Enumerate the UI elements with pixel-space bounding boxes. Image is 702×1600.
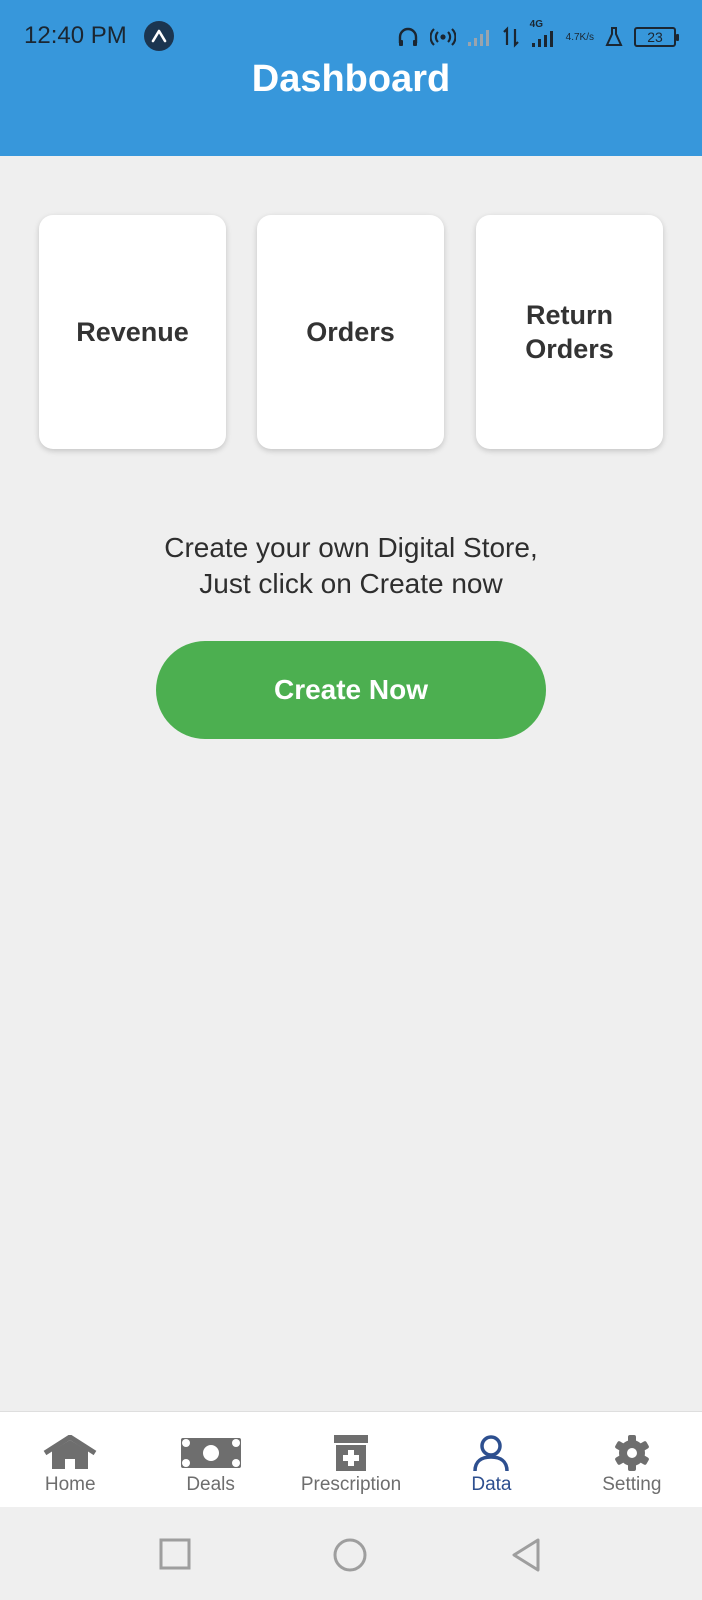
nav-label-deals: Deals bbox=[186, 1474, 235, 1495]
status-time: 12:40 PM bbox=[24, 22, 127, 49]
dashboard-cards: Revenue Orders Return Orders bbox=[0, 215, 702, 449]
orders-card[interactable]: Orders bbox=[257, 215, 444, 449]
network-speed-unit: K/s bbox=[579, 31, 594, 43]
nav-label-data: Data bbox=[471, 1474, 512, 1495]
network-speed: 4.7 K/s bbox=[566, 32, 594, 43]
data-transfer-icon bbox=[502, 25, 520, 49]
promo-text: Create your own Digital Store, Just clic… bbox=[0, 530, 702, 602]
pharmacy-icon bbox=[331, 1434, 371, 1472]
battery-icon: 23 bbox=[634, 27, 679, 47]
app-header: 12:40 PM 4G 4.7 K/s 23 Dashboard bbox=[0, 0, 702, 156]
home-system-button[interactable] bbox=[332, 1537, 368, 1578]
flask-icon bbox=[604, 26, 624, 48]
promo-line-1: Create your own Digital Store, bbox=[164, 532, 538, 563]
bottom-navigation: Home Deals Prescription Data Setting bbox=[0, 1411, 702, 1507]
revenue-card[interactable]: Revenue bbox=[39, 215, 226, 449]
signal-4g-icon: 4G bbox=[530, 19, 556, 49]
status-icons: 4G 4.7 K/s 23 bbox=[396, 19, 679, 52]
recent-apps-button[interactable] bbox=[158, 1537, 192, 1576]
nav-item-data[interactable]: Data bbox=[421, 1412, 561, 1507]
app-notification-icon bbox=[144, 21, 174, 51]
home-icon bbox=[41, 1434, 99, 1472]
back-system-button[interactable] bbox=[510, 1537, 542, 1578]
return-orders-card[interactable]: Return Orders bbox=[476, 215, 663, 449]
page-title: Dashboard bbox=[251, 58, 451, 100]
nav-item-setting[interactable]: Setting bbox=[562, 1412, 702, 1507]
nav-label-prescription: Prescription bbox=[300, 1474, 402, 1495]
nav-label-setting: Setting bbox=[602, 1474, 662, 1495]
nav-item-prescription[interactable]: Prescription bbox=[281, 1412, 421, 1507]
nav-label-home: Home bbox=[44, 1474, 96, 1495]
promo-line-2: Just click on Create now bbox=[199, 568, 503, 599]
system-navigation-bar bbox=[0, 1507, 702, 1600]
headphones-icon bbox=[396, 25, 420, 49]
status-bar: 12:40 PM 4G 4.7 K/s 23 bbox=[0, 16, 702, 56]
money-icon bbox=[180, 1434, 242, 1472]
user-icon bbox=[471, 1434, 511, 1472]
nav-item-deals[interactable]: Deals bbox=[140, 1412, 280, 1507]
network-type: 4G bbox=[529, 19, 543, 30]
gear-icon bbox=[612, 1434, 652, 1472]
nav-item-home[interactable]: Home bbox=[0, 1412, 140, 1507]
create-now-button[interactable]: Create Now bbox=[156, 641, 546, 739]
network-speed-value: 4.7 bbox=[565, 31, 580, 43]
hotspot-icon bbox=[429, 26, 456, 48]
signal-weak-icon bbox=[466, 26, 492, 48]
